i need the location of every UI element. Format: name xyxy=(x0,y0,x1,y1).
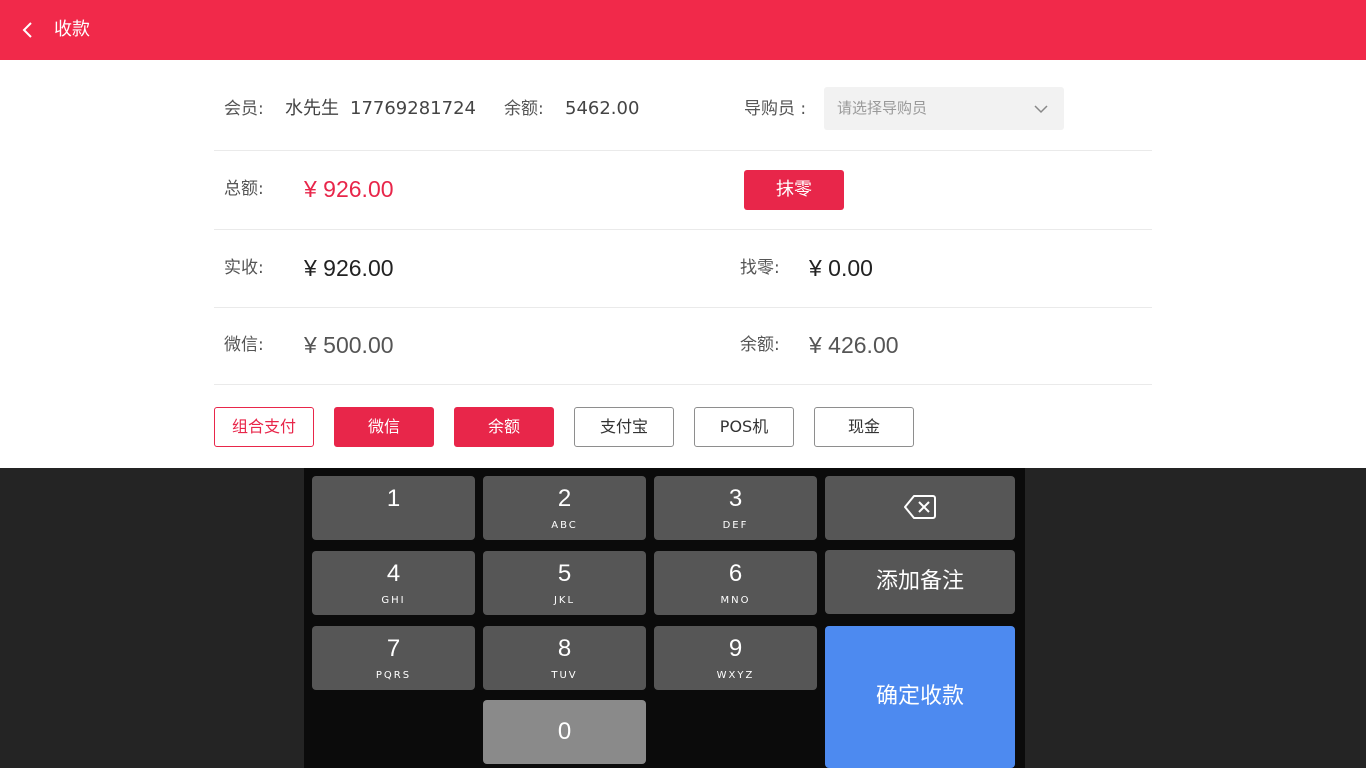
key-2[interactable]: 2 ABC xyxy=(483,476,646,540)
page-title: 收款 xyxy=(54,19,90,40)
guide-label: 导购员 : xyxy=(744,99,807,119)
key-digit: 3 xyxy=(728,485,743,512)
key-letters: GHI xyxy=(381,595,406,606)
backspace-button[interactable] xyxy=(825,476,1015,540)
guide-select-placeholder: 请选择导购员 xyxy=(837,99,928,117)
member-phone: 17769281724 xyxy=(350,98,476,119)
chevron-left-icon[interactable] xyxy=(18,20,38,40)
key-3[interactable]: 3 DEF xyxy=(654,476,817,540)
key-9[interactable]: 9 WXYZ xyxy=(654,626,817,690)
received-value: ¥ 926.00 xyxy=(304,255,394,281)
pos-button[interactable]: POS机 xyxy=(694,407,794,447)
key-letters: WXYZ xyxy=(716,670,755,681)
wechat-amount-value: ¥ 500.00 xyxy=(304,332,394,358)
balance-amount-label: 余额: xyxy=(740,335,780,355)
member-label: 会员: xyxy=(224,99,264,119)
key-letters: DEF xyxy=(722,520,749,531)
key-letters: PQRS xyxy=(375,670,412,681)
balance-pay-button[interactable]: 余额 xyxy=(454,407,554,447)
total-label: 总额: xyxy=(224,179,264,199)
key-digit: 6 xyxy=(728,560,743,587)
member-balance-value: 5462.00 xyxy=(565,98,640,119)
key-letters: JKL xyxy=(553,595,576,606)
key-7[interactable]: 7 PQRS xyxy=(312,626,475,690)
top-bar: 收款 xyxy=(0,0,1366,60)
key-digit: 4 xyxy=(386,560,401,587)
wechat-pay-button[interactable]: 微信 xyxy=(334,407,434,447)
member-balance-label: 余额: xyxy=(504,99,544,119)
key-letters: ABC xyxy=(551,520,578,531)
split-row: 微信: ¥ 500.00 余额: ¥ 426.00 xyxy=(214,308,1152,385)
key-0[interactable]: 0 xyxy=(483,700,646,764)
member-row: 会员: 水先生 17769281724 余额: 5462.00 导购员 : 请选… xyxy=(214,60,1152,151)
change-label: 找零: xyxy=(740,258,780,278)
alipay-button[interactable]: 支付宝 xyxy=(574,407,674,447)
total-value: ¥ 926.00 xyxy=(304,176,394,202)
key-digit: 0 xyxy=(557,718,572,745)
combined-pay-button[interactable]: 组合支付 xyxy=(214,407,314,447)
chevron-down-icon xyxy=(1034,105,1048,114)
key-5[interactable]: 5 JKL xyxy=(483,551,646,615)
key-letters: TUV xyxy=(551,670,578,681)
wechat-amount-label: 微信: xyxy=(224,335,264,355)
received-row: 实收: ¥ 926.00 找零: ¥ 0.00 xyxy=(214,230,1152,308)
total-row: 总额: ¥ 926.00 xyxy=(214,151,1152,230)
cash-button[interactable]: 现金 xyxy=(814,407,914,447)
confirm-payment-button[interactable]: 确定收款 xyxy=(825,626,1015,768)
key-letters: MNO xyxy=(720,595,751,606)
key-8[interactable]: 8 TUV xyxy=(483,626,646,690)
key-digit: 7 xyxy=(386,635,401,662)
key-1[interactable]: 1 xyxy=(312,476,475,540)
balance-amount-value: ¥ 426.00 xyxy=(809,332,899,358)
key-digit: 5 xyxy=(557,560,572,587)
key-6[interactable]: 6 MNO xyxy=(654,551,817,615)
received-label: 实收: xyxy=(224,258,264,278)
payment-method-bar: 组合支付 微信 余额 支付宝 POS机 现金 xyxy=(214,407,1152,447)
key-4[interactable]: 4 GHI xyxy=(312,551,475,615)
add-note-button[interactable]: 添加备注 xyxy=(825,550,1015,614)
numeric-keypad: 1 2 ABC 3 DEF 4 GHI 5 JKL 6 MNO 添加备注 7 P… xyxy=(304,468,1025,768)
key-digit: 8 xyxy=(557,635,572,662)
member-name: 水先生 xyxy=(285,98,339,119)
backspace-icon xyxy=(904,495,936,519)
key-digit: 2 xyxy=(557,485,572,512)
guide-select[interactable]: 请选择导购员 xyxy=(824,87,1064,130)
key-digit: 9 xyxy=(728,635,743,662)
change-value: ¥ 0.00 xyxy=(809,255,873,281)
round-off-button[interactable]: 抹零 xyxy=(744,170,844,210)
key-digit: 1 xyxy=(386,485,401,512)
